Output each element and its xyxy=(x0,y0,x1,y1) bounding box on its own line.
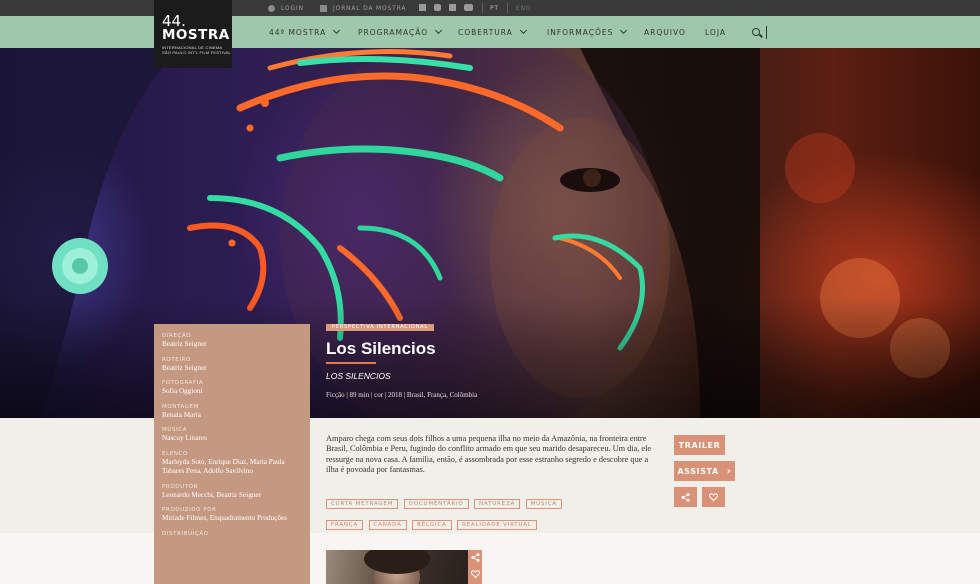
utility-bar: LOGIN JORNAL DA MOSTRA PT ENG xyxy=(0,0,980,16)
credit-role: PRODUTOR xyxy=(162,483,199,490)
nav-label: 44ª MOSTRA xyxy=(269,27,327,37)
credit-direction: DIREÇÃO Beatriz Seigner xyxy=(162,332,302,350)
logo-name: MOSTRA xyxy=(162,27,230,43)
nav-item-programacao[interactable]: PROGRAMAÇÃO xyxy=(358,16,443,48)
original-title: LOS SILENCIOS xyxy=(326,371,391,381)
twitter-icon[interactable] xyxy=(449,4,456,11)
tag[interactable]: CURTA METRAGEM xyxy=(326,499,399,509)
nav-label: LOJA xyxy=(705,27,727,37)
heart-icon xyxy=(709,493,718,501)
share-icon xyxy=(681,492,690,502)
thumbnail-actions xyxy=(468,550,482,584)
chevron-down-icon xyxy=(620,26,628,35)
category-badge[interactable]: PERSPECTIVA INTERNACIONAL xyxy=(326,324,434,331)
chevron-down-icon xyxy=(333,26,341,35)
nav-item-arquivo[interactable]: ARQUIVO xyxy=(644,16,686,48)
journal-label: JORNAL DA MOSTRA xyxy=(333,4,407,12)
main-nav: 44ª MOSTRA PROGRAMAÇÃO COBERTURA INFORMA… xyxy=(0,16,980,48)
divider xyxy=(507,3,508,13)
newspaper-icon xyxy=(320,4,327,12)
favorite-button[interactable] xyxy=(702,487,725,507)
trailer-button[interactable]: TRAILER xyxy=(674,435,725,455)
logo-subtitle-line: SÃO PAULO INT'L FILM FESTIVAL xyxy=(162,50,231,55)
title-underline xyxy=(326,362,376,364)
credit-editing: MONTAGEM Renata Maria xyxy=(162,403,302,421)
nav-label: INFORMAÇÕES xyxy=(547,27,614,37)
credit-role: DISTRIBUIÇÃO xyxy=(162,530,209,537)
divider xyxy=(482,3,483,13)
credit-role: MÚSICA xyxy=(162,427,188,433)
user-icon xyxy=(268,4,275,12)
search-icon[interactable] xyxy=(752,28,760,36)
journal-link[interactable]: JORNAL DA MOSTRA xyxy=(320,0,406,16)
credit-role: ELENCO xyxy=(162,450,188,457)
nav-item-cobertura[interactable]: COBERTURA xyxy=(458,16,527,48)
share-button[interactable] xyxy=(674,487,697,507)
search-input[interactable] xyxy=(766,26,767,39)
nav-label: COBERTURA xyxy=(458,27,513,37)
heart-icon[interactable] xyxy=(470,570,480,579)
logo-subtitle: INTERNACIONAL DE CINEMA SÃO PAULO INT'L … xyxy=(162,45,232,55)
film-meta: Ficção | 89 min | cor | 2018 | Brasil, F… xyxy=(326,391,478,399)
credit-producer: PRODUTOR Leonardo Mecchi, Beatriz Seigne… xyxy=(162,483,302,501)
watch-label: ASSISTA xyxy=(677,466,719,476)
lang-pt[interactable]: PT xyxy=(490,0,499,16)
credit-name: Sofia Oggioni xyxy=(162,387,203,395)
credit-name: Renata Maria xyxy=(162,410,201,419)
tag[interactable]: DOCUMENTÁRIO xyxy=(403,499,469,509)
credit-role: ROTEIRO xyxy=(162,356,191,363)
credit-name: Marleyda Soto, Enrique Diaz, Maria Paula… xyxy=(162,457,285,476)
login-link[interactable]: LOGIN xyxy=(268,0,304,16)
tag[interactable]: FRANÇA xyxy=(326,520,364,530)
nav-item-44-mostra[interactable]: 44ª MOSTRA xyxy=(269,16,341,48)
credit-name: Miríade Filmes, Enquadramento Produções xyxy=(162,514,287,522)
credit-produced-by: PRODUZIDO POR Miríade Filmes, Enquadrame… xyxy=(162,506,302,524)
tag[interactable]: CANADÁ xyxy=(368,520,407,530)
credit-name: Leonardo Mecchi, Beatriz Seigner xyxy=(162,490,261,499)
tag[interactable]: MÚSICA xyxy=(525,499,562,509)
credit-role: MONTAGEM xyxy=(162,403,200,410)
tag[interactable]: NATUREZA xyxy=(474,499,521,509)
tag[interactable]: BÉLGICA xyxy=(412,520,452,530)
credit-name: Beatriz Seigner xyxy=(162,363,207,372)
credits-panel: DIREÇÃO Beatriz Seigner ROTEIRO Beatriz … xyxy=(154,324,310,584)
watch-button[interactable]: ASSISTA › xyxy=(674,461,735,481)
login-label: LOGIN xyxy=(281,4,304,12)
tag[interactable]: REALIDADE VIRTUAL xyxy=(457,520,537,530)
logo-number: 44. xyxy=(162,12,186,30)
hero-gradient xyxy=(0,298,980,418)
festival-logo[interactable]: 44. MOSTRA INTERNACIONAL DE CINEMA SÃO P… xyxy=(154,0,232,68)
synopsis-text: Amparo chega com seus dois filhos a uma … xyxy=(326,434,652,475)
chevron-down-icon xyxy=(519,26,527,35)
chevron-down-icon xyxy=(435,26,443,35)
credit-cast: ELENCO Marleyda Soto, Enrique Diaz, Mari… xyxy=(162,450,302,477)
credit-photography: FOTOGRAFIA Sofia Oggioni xyxy=(162,379,302,397)
lang-eng[interactable]: ENG xyxy=(516,0,531,16)
video-thumbnail[interactable] xyxy=(326,550,468,584)
chevron-right-icon: › xyxy=(726,465,732,477)
nav-label: PROGRAMAÇÃO xyxy=(358,27,429,37)
share-icon[interactable] xyxy=(471,553,480,562)
credit-music: MÚSICA Nascuy Linares xyxy=(162,426,302,444)
credit-distribution: DISTRIBUIÇÃO xyxy=(162,530,302,538)
media-section xyxy=(0,533,980,584)
hero-image xyxy=(0,48,980,418)
credit-role: FOTOGRAFIA xyxy=(162,380,204,386)
instagram-icon[interactable] xyxy=(434,4,441,11)
credit-name: Beatriz Seigner xyxy=(162,340,207,348)
nav-item-loja[interactable]: LOJA xyxy=(705,16,726,48)
credit-role: PRODUZIDO POR xyxy=(162,507,217,513)
credit-screenplay: ROTEIRO Beatriz Seigner xyxy=(162,356,302,374)
tag-list: CURTA METRAGEM DOCUMENTÁRIO NATUREZA MÚS… xyxy=(326,492,661,534)
nav-item-informacoes[interactable]: INFORMAÇÕES xyxy=(547,16,628,48)
film-title: Los Silencios xyxy=(326,339,436,358)
nav-label: ARQUIVO xyxy=(644,27,686,37)
trailer-label: TRAILER xyxy=(678,440,721,450)
credit-role: DIREÇÃO xyxy=(162,333,192,339)
credit-name: Nascuy Linares xyxy=(162,434,207,442)
youtube-icon[interactable] xyxy=(464,4,473,11)
facebook-icon[interactable] xyxy=(419,4,426,11)
